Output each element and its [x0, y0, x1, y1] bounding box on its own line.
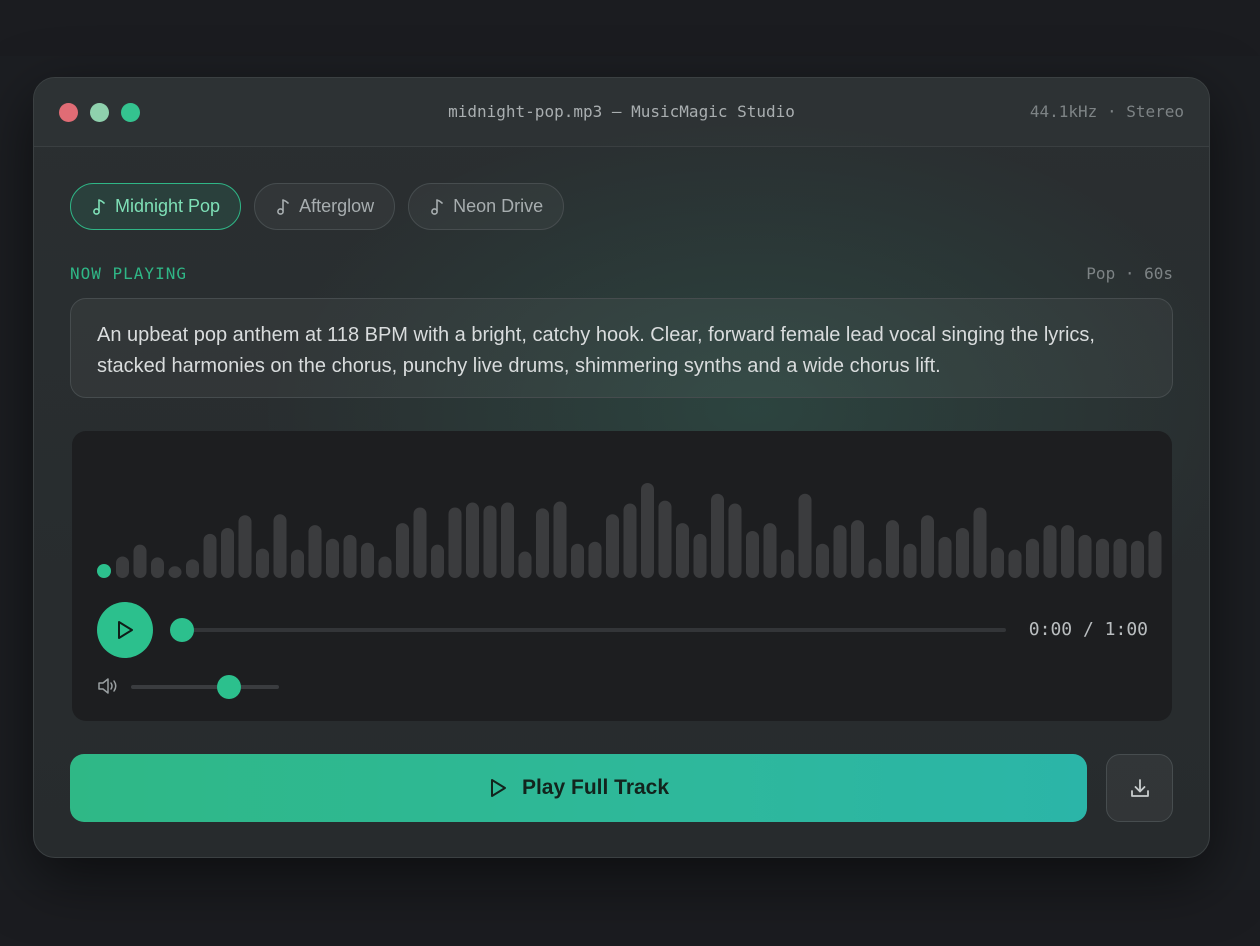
music-note-icon — [277, 198, 289, 215]
tab-label: Afterglow — [299, 196, 375, 216]
waveform-bar — [658, 500, 672, 578]
waveform[interactable] — [72, 431, 1172, 591]
waveform-bar — [553, 501, 567, 578]
waveform-bar — [1096, 538, 1109, 578]
audio-player: 0:00 / 1:00 — [72, 431, 1172, 721]
waveform-bar — [186, 559, 199, 578]
waveform-bar — [606, 514, 619, 578]
download-button[interactable] — [1106, 754, 1173, 822]
waveform-bar — [343, 534, 357, 578]
playhead-marker — [97, 564, 111, 578]
waveform-bar — [518, 551, 532, 578]
waveform-bar — [431, 544, 444, 578]
play-button[interactable] — [97, 602, 153, 658]
now-playing-label: NOW PLAYING — [70, 264, 187, 283]
waveform-bar — [378, 556, 392, 578]
waveform-bar — [746, 530, 759, 578]
volume-slider[interactable] — [131, 685, 279, 689]
tab-label: Neon Drive — [453, 196, 544, 216]
waveform-bar — [781, 549, 794, 578]
audio-format-info: 44.1kHz · Stereo — [1029, 102, 1184, 121]
waveform-bar — [851, 520, 864, 578]
waveform-bar — [833, 525, 847, 578]
track-meta: Pop · 60s — [1086, 264, 1173, 283]
waveform-bar — [448, 507, 462, 578]
tab-neon-drive[interactable]: Neon Drive — [408, 183, 565, 230]
waveform-bar — [1131, 540, 1144, 578]
waveform-bar — [798, 493, 812, 578]
waveform-bar — [238, 515, 252, 578]
tab-midnight-pop[interactable]: Midnight Pop — [70, 183, 242, 230]
waveform-bar — [396, 523, 409, 578]
waveform-bar — [116, 556, 129, 578]
waveform-bar — [1026, 538, 1039, 578]
playback-time: 0:00 / 1:00 — [1028, 619, 1148, 640]
waveform-bar — [886, 520, 899, 578]
waveform-bar — [1061, 525, 1074, 578]
waveform-bar — [1008, 549, 1022, 578]
play-full-track-button[interactable]: Play Full Track — [70, 754, 1087, 822]
play-icon — [118, 621, 133, 639]
waveform-bar — [623, 503, 637, 578]
waveform-bar — [921, 515, 934, 578]
waveform-bar — [676, 523, 689, 578]
waveform-bar — [133, 544, 147, 578]
track-tabs: Midnight Pop Afterglow Neon Drive — [70, 183, 565, 230]
waveform-bar — [763, 523, 777, 578]
waveform-bar — [588, 541, 602, 578]
music-note-icon — [93, 198, 105, 215]
waveform-bar — [1043, 525, 1057, 578]
waveform-bar — [308, 525, 322, 578]
waveform-bar — [641, 482, 654, 578]
waveform-bar — [571, 543, 584, 578]
waveform-bar — [1148, 530, 1162, 578]
volume-icon[interactable] — [97, 677, 119, 695]
tab-afterglow[interactable]: Afterglow — [254, 183, 396, 230]
waveform-bar — [956, 528, 969, 578]
waveform-bar — [991, 547, 1004, 578]
waveform-bar — [973, 507, 987, 578]
waveform-bar — [501, 502, 514, 578]
waveform-bar — [326, 538, 339, 578]
waveform-bar — [711, 493, 724, 578]
waveform-bar — [413, 507, 427, 578]
seek-bar[interactable] — [182, 628, 1006, 632]
waveform-bar — [868, 558, 882, 578]
play-full-track-label: Play Full Track — [521, 776, 670, 799]
waveform-bar — [536, 508, 549, 578]
waveform-bar — [693, 533, 707, 578]
app-window: midnight-pop.mp3 — MusicMagic Studio 44.… — [33, 77, 1210, 858]
seek-handle[interactable] — [170, 618, 194, 642]
waveform-bar — [1078, 534, 1092, 578]
download-icon — [1130, 779, 1149, 797]
waveform-bar — [938, 536, 952, 578]
waveform-bar — [256, 548, 269, 578]
waveform-bar — [816, 543, 829, 578]
volume-handle[interactable] — [217, 675, 241, 699]
tab-label: Midnight Pop — [115, 196, 221, 216]
waveform-bar — [1113, 538, 1127, 578]
waveform-bar — [361, 542, 374, 578]
waveform-bar — [203, 533, 217, 578]
waveform-bar — [728, 503, 742, 578]
waveform-bar — [168, 566, 182, 578]
music-note-icon — [431, 198, 443, 215]
waveform-bar — [466, 502, 479, 578]
waveform-bar — [291, 549, 304, 578]
waveform-bar — [273, 514, 287, 578]
track-description: An upbeat pop anthem at 118 BPM with a b… — [70, 298, 1173, 398]
waveform-bar — [903, 543, 917, 578]
title-bar: midnight-pop.mp3 — MusicMagic Studio 44.… — [34, 78, 1209, 147]
waveform-bar — [483, 505, 497, 578]
waveform-bar — [221, 528, 234, 578]
play-icon — [490, 779, 506, 797]
waveform-bar — [151, 557, 164, 578]
